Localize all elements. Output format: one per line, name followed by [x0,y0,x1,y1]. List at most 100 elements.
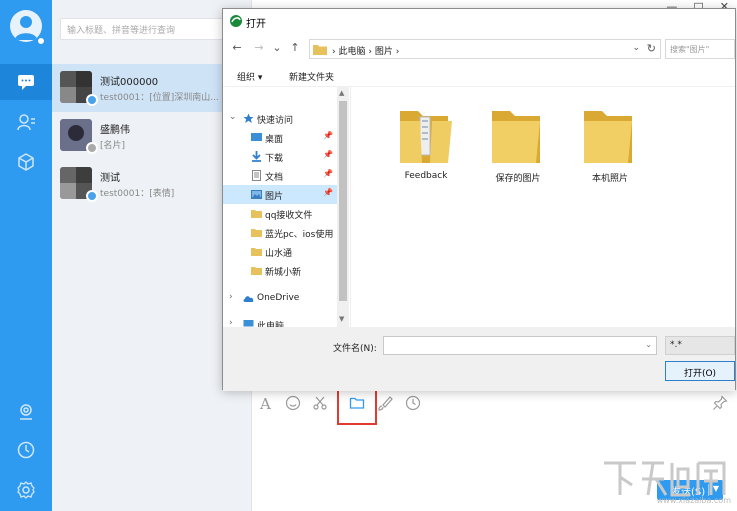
nav-scrollbar[interactable]: ▲ ▼ [337,87,349,327]
back-button[interactable]: ← [229,41,245,54]
filename-input[interactable]: ⌄ [383,336,657,355]
contacts-icon[interactable] [14,110,38,134]
computer-icon [243,319,254,327]
dialog-title: 打开 [246,19,266,30]
folder-icon [492,111,540,163]
desktop-icon [251,132,262,143]
dialog-search-input[interactable]: 搜索"图片" [665,39,735,59]
chevron-down-icon[interactable]: ⌄ [632,43,640,53]
sidebar-item-onedrive[interactable]: › OneDrive [223,289,337,308]
settings-icon[interactable] [14,478,38,502]
user-badge-icon [86,142,98,154]
new-folder-button[interactable]: 新建文件夹 [289,70,334,83]
breadcrumb-this-pc[interactable]: 此电脑 [338,47,365,57]
address-bar[interactable]: › 此电脑 › 图片 › ⌄ ↻ [309,39,661,59]
scroll-down-icon[interactable]: ▼ [339,315,344,323]
user-badge-icon [86,94,98,106]
open-button[interactable]: 打开(O) [665,361,735,381]
sidebar-item-documents[interactable]: 文档 📌 [223,166,337,185]
folder-icon [251,227,262,238]
watermark: www.xiazaiba.com [598,455,733,505]
chat-icon[interactable] [14,70,38,94]
pin-icon: 📌 [323,169,333,178]
folder-item[interactable]: 本机照片 [565,101,655,184]
nav-label: 快速访问 [257,116,294,126]
scroll-up-icon[interactable]: ▲ [339,89,344,97]
pin-icon[interactable] [711,394,729,412]
sidebar-item-folder[interactable]: 新城小新 [223,261,337,280]
clock-icon[interactable] [14,438,38,462]
nav-label: qq接收文件 [265,211,313,221]
brush-icon[interactable] [376,394,394,412]
svg-text:A: A [259,395,271,411]
sidebar-item-this-pc[interactable]: › 此电脑 [223,315,337,327]
chevron-down-icon[interactable]: ⌄ [645,340,652,349]
folder-icon [251,265,262,276]
sidebar-item-folder[interactable]: qq接收文件 [223,204,337,223]
scissors-icon[interactable] [311,394,329,412]
file-list: Feedback 保存的图片 本机照片 [353,87,735,327]
document-icon [251,170,262,181]
file-name: 本机照片 [591,174,628,184]
conversation-name: 测试 [100,173,120,184]
forward-button[interactable]: → [251,41,267,54]
sidebar-item-folder[interactable]: 蓝光pc、ios使用 [223,223,337,242]
status-dot [36,36,46,46]
location-icon[interactable] [14,400,38,424]
search-input[interactable]: 输入标题、拼音等进行查询 [60,18,246,40]
folder-icon [400,111,452,163]
user-badge-icon [86,190,98,202]
navigation-pane: ⌄ 快速访问 桌面 📌 下载 📌 文档 📌 图片 📌 qq接收文件 蓝光pc、i… [223,87,351,327]
nav-label: 图片 [265,192,284,202]
organize-button[interactable]: 组织 ▾ [237,70,262,83]
folder-icon [251,208,262,219]
pin-icon: 📌 [323,150,333,159]
file-type-select[interactable]: *.* [665,336,735,355]
up-button[interactable]: ↑ [287,41,303,54]
breadcrumb-sep: › [395,47,400,57]
command-bar: 组织 ▾ 新建文件夹 [223,65,735,87]
dialog-titlebar: 打开 [223,9,735,33]
sidebar-item-desktop[interactable]: 桌面 📌 [223,128,337,147]
chevron-right-icon[interactable]: › [229,292,233,302]
download-icon [251,151,262,162]
nav-label: 新城小新 [265,268,302,278]
scrollbar-thumb[interactable] [339,101,347,301]
watermark-url: www.xiazaiba.com [656,496,731,505]
app-logo-icon [230,15,242,27]
quick-access-item[interactable]: ⌄ 快速访问 [223,109,337,128]
recent-locations-button[interactable]: ⌄ [269,41,285,54]
dialog-footer: 文件名(N): ⌄ *.* 打开(O) [223,327,735,391]
nav-label: 蓝光pc、ios使用 [265,230,334,240]
cloud-icon [243,293,254,304]
cube-icon[interactable] [14,150,38,174]
nav-label: 此电脑 [257,322,285,327]
breadcrumb: › 此电脑 › 图片 › [332,44,399,57]
nav-label: 文档 [265,173,284,183]
sidebar-item-folder[interactable]: 山水通 [223,242,337,261]
nav-label: OneDrive [257,293,300,303]
folder-icon [251,246,262,257]
folder-item[interactable]: Feedback [381,101,471,181]
filename-label: 文件名(N): [333,344,377,354]
pin-icon: 📌 [323,131,333,140]
chevron-right-icon[interactable]: › [229,318,233,327]
sidebar-item-pictures[interactable]: 图片 📌 [223,185,337,204]
open-file-dialog: 打开 ← → ⌄ ↑ › 此电脑 › 图片 › ⌄ ↻ 搜索"图片" 组织 ▾ … [222,8,736,391]
history-clock-icon[interactable] [404,394,422,412]
chevron-down-icon[interactable]: ⌄ [229,112,237,122]
star-icon [243,113,254,124]
folder-item[interactable]: 保存的图片 [473,101,563,184]
nav-label: 下载 [265,154,284,164]
pictures-icon [251,189,262,200]
folder-icon [584,111,632,163]
file-name: Feedback [404,171,448,181]
app-rail [0,0,52,511]
sidebar-item-downloads[interactable]: 下载 📌 [223,147,337,166]
folder-icon [313,45,327,55]
refresh-icon[interactable]: ↻ [647,42,656,55]
breadcrumb-pictures[interactable]: 图片 [375,47,393,57]
emoji-icon[interactable] [284,394,302,412]
font-icon[interactable]: A [257,394,275,412]
nav-label: 山水通 [265,249,293,259]
